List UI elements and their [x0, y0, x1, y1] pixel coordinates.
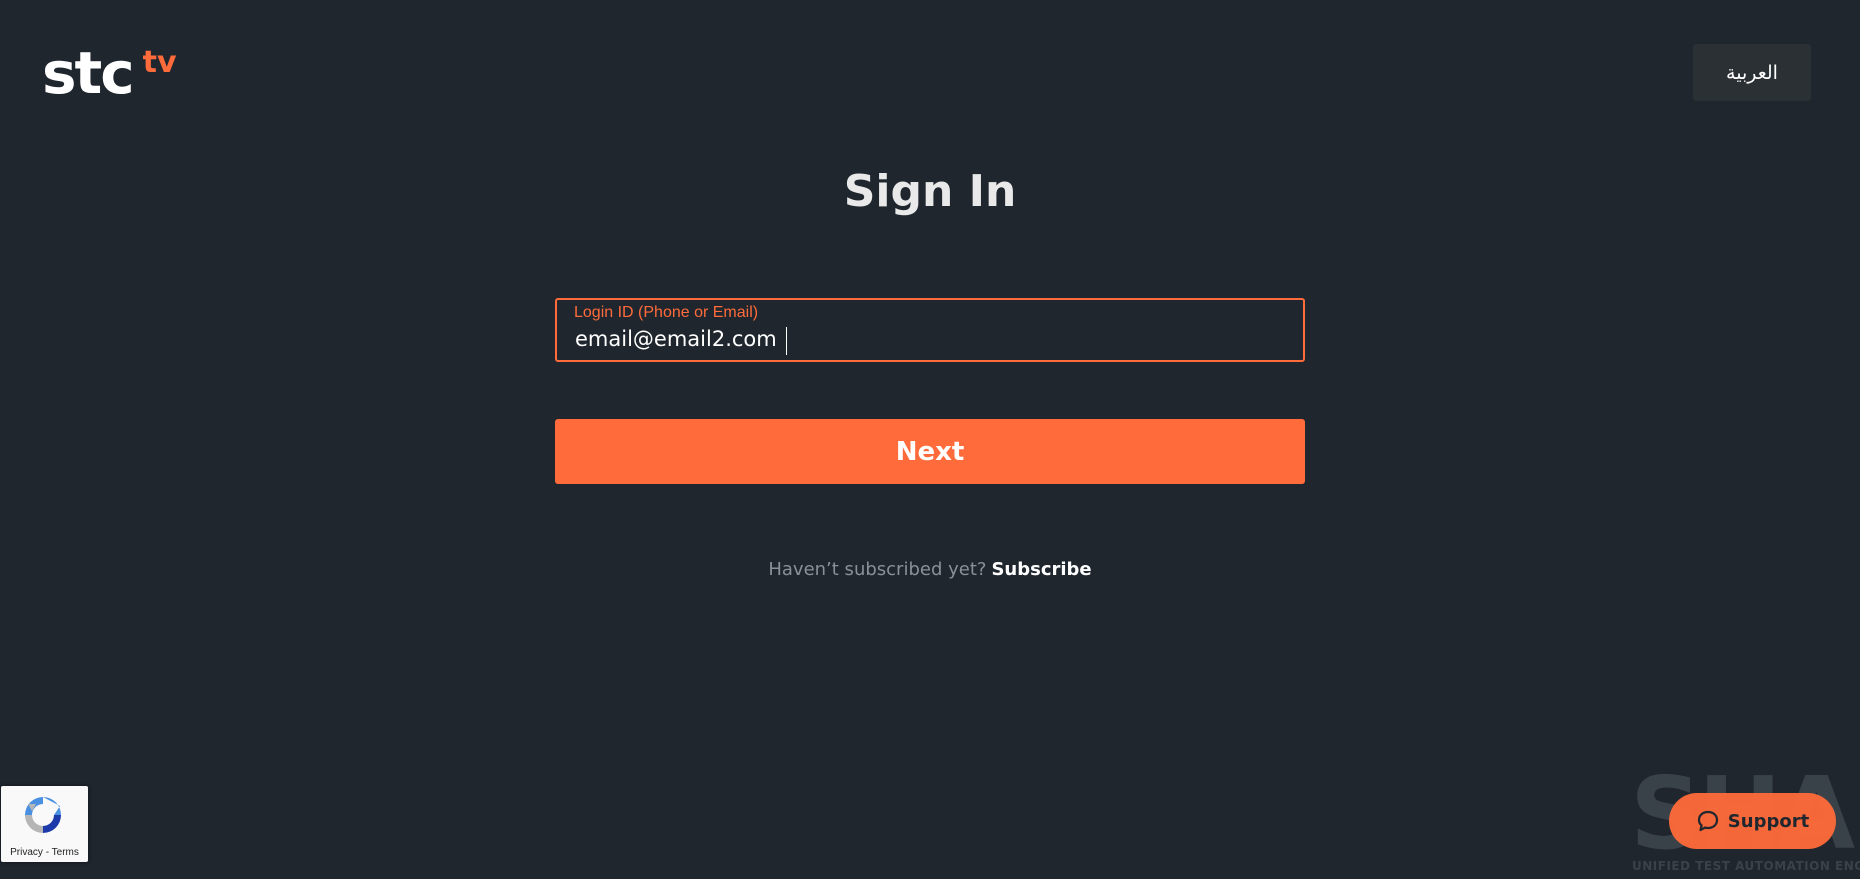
support-button[interactable]: Support — [1669, 793, 1836, 849]
recaptcha-privacy-terms[interactable]: Privacy - Terms — [1, 847, 88, 858]
logo-tv-text: tv — [142, 45, 177, 80]
sign-in-page: stc tv العربية Sign In Login ID (Phone o… — [0, 0, 1860, 879]
language-toggle-button[interactable]: العربية — [1693, 44, 1811, 101]
watermark-subtitle: UNIFIED TEST AUTOMATION ENGINE — [1632, 859, 1860, 873]
subscribe-link[interactable]: Subscribe — [991, 559, 1091, 580]
text-caret — [786, 327, 787, 355]
login-id-label: Login ID (Phone or Email) — [574, 304, 759, 321]
recaptcha-icon — [25, 797, 61, 833]
support-label: Support — [1727, 810, 1810, 832]
page-title: Sign In — [843, 166, 1017, 217]
login-id-field[interactable]: Login ID (Phone or Email) — [555, 298, 1305, 362]
recaptcha-badge[interactable]: Privacy - Terms — [1, 786, 88, 862]
login-id-input[interactable] — [575, 324, 1275, 354]
chat-bubble-icon — [1697, 810, 1718, 832]
logo-stc-text: stc — [42, 39, 135, 107]
subscribe-prompt-text: Haven’t subscribed yet? — [768, 559, 987, 580]
stc-tv-logo[interactable]: stc tv — [42, 44, 177, 102]
subscribe-prompt-line: Haven’t subscribed yet? Subscribe — [0, 559, 1860, 580]
next-button[interactable]: Next — [555, 419, 1305, 484]
